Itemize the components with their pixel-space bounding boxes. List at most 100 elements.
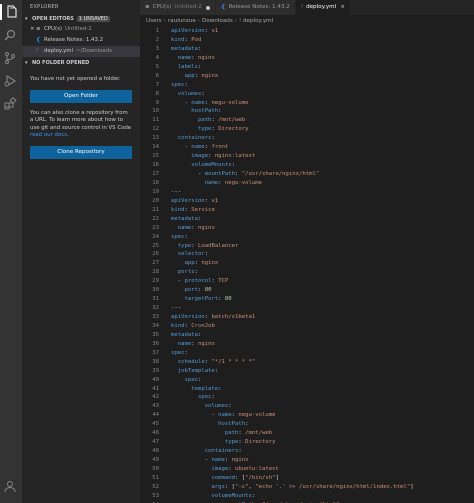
code-line: 33 apiVersion: batch/v1beta1 bbox=[140, 313, 474, 322]
tab-bar: ≡ CPU(s) Untitled-2 ❮ Release Notes: 1.43.2… bbox=[140, 0, 474, 15]
no-folder-header[interactable]: ▾ NO FOLDER OPENED bbox=[22, 58, 140, 68]
line-number: 5 bbox=[155, 63, 159, 70]
explorer-icon[interactable] bbox=[0, 4, 20, 20]
vscode-icon: ❮ bbox=[36, 37, 41, 43]
file-icon: ≡ bbox=[145, 4, 150, 10]
line-number: 21 bbox=[152, 206, 159, 213]
line-number: 4 bbox=[155, 54, 159, 61]
line-number: 24 bbox=[152, 233, 159, 240]
code-line: 20 apiVersion: v1 bbox=[140, 197, 474, 206]
extensions-icon[interactable] bbox=[3, 96, 19, 112]
breadcrumb-item[interactable]: deploy.yml bbox=[243, 18, 273, 24]
open-editor-item-deploy[interactable]: ! deploy.yml ~/Downloads bbox=[22, 46, 140, 57]
breadcrumb-item[interactable]: raulunzue bbox=[168, 18, 196, 24]
code-line: 41 template: bbox=[140, 385, 474, 394]
line-number: 50 bbox=[152, 465, 159, 472]
code-editor[interactable]: 1 apiVersion: v1 2 kind: Pod 3 metadata: 4 nam… bbox=[140, 27, 474, 503]
code-line: 30 port: 80 bbox=[140, 286, 474, 295]
line-number: 23 bbox=[152, 224, 159, 231]
docs-link[interactable]: read our docs bbox=[30, 132, 67, 138]
code-line: 26 selector: bbox=[140, 250, 474, 259]
tab-deploy[interactable]: ! deploy.yml × bbox=[295, 0, 351, 15]
open-editor-item-release-notes[interactable]: ❮ Release Notes: 1.43.2 bbox=[22, 35, 140, 46]
line-number: 35 bbox=[152, 331, 159, 338]
no-folder-label: NO FOLDER OPENED bbox=[32, 60, 90, 66]
line-number: 7 bbox=[155, 81, 159, 88]
line-number: 13 bbox=[152, 135, 159, 142]
debug-icon[interactable] bbox=[3, 73, 19, 89]
clone-message: You can also clone a repository from a U… bbox=[30, 109, 132, 139]
clone-repository-button[interactable]: Clone Repository bbox=[30, 145, 132, 159]
line-number: 19 bbox=[152, 188, 159, 195]
open-editor-desc: Untitled-2 bbox=[64, 26, 92, 32]
chevron-down-icon: ▾ bbox=[25, 16, 28, 22]
line-number: 41 bbox=[152, 385, 159, 392]
line-number: 43 bbox=[152, 403, 159, 410]
line-number: 33 bbox=[152, 314, 159, 320]
line-number: 29 bbox=[152, 278, 159, 285]
code-line: 25 type: LoadBalancer bbox=[140, 242, 474, 251]
line-number: 39 bbox=[152, 367, 159, 374]
tab-cpu[interactable]: ≡ CPU(s) Untitled-2 bbox=[140, 0, 216, 15]
line-number: 17 bbox=[152, 171, 159, 177]
source-control-icon[interactable] bbox=[3, 50, 19, 66]
code-line: 14 - name: front bbox=[140, 143, 474, 152]
line-number: 14 bbox=[152, 144, 159, 151]
code-line: 15 image: nginx:latest bbox=[140, 152, 474, 161]
code-line: 22 metadata: bbox=[140, 215, 474, 224]
code-line: 11 path: /mnt/web bbox=[140, 116, 474, 125]
line-number: 52 bbox=[152, 483, 159, 490]
explorer-sidebar: EXPLORER ▾ OPEN EDITORS 1 UNSAVED ×≡ CPU(s)… bbox=[22, 0, 140, 503]
line-number: 26 bbox=[152, 251, 159, 258]
code-line: 24 spec: bbox=[140, 233, 474, 242]
open-editor-item-cpu[interactable]: ×≡ CPU(s) Untitled-2 bbox=[22, 24, 140, 35]
line-number: 9 bbox=[155, 99, 159, 106]
open-editor-desc: ~/Downloads bbox=[76, 48, 112, 54]
code-line: 3 metadata: bbox=[140, 45, 474, 54]
code-line: 34 kind: CronJob bbox=[140, 322, 474, 331]
code-line: 10 hostPath: bbox=[140, 107, 474, 116]
line-number: 48 bbox=[152, 448, 159, 455]
code-line: 19 --- bbox=[140, 188, 474, 197]
code-line: 35 metadata: bbox=[140, 331, 474, 340]
code-line: 31 targetPort: 80 bbox=[140, 295, 474, 304]
line-number: 47 bbox=[152, 439, 159, 446]
code-line: 7 spec: bbox=[140, 81, 474, 90]
open-editors-header[interactable]: ▾ OPEN EDITORS 1 UNSAVED bbox=[22, 14, 140, 24]
breadcrumb: Users › raulunzue › Downloads ›! deploy.yml bbox=[146, 18, 274, 24]
line-number: 11 bbox=[152, 117, 159, 124]
code-line: 28 ports: bbox=[140, 268, 474, 277]
line-number: 27 bbox=[152, 260, 159, 267]
line-number: 16 bbox=[152, 162, 159, 169]
line-number: 3 bbox=[155, 45, 159, 52]
line-number: 6 bbox=[155, 72, 159, 79]
code-line: 5 labels: bbox=[140, 63, 474, 72]
breadcrumb-item[interactable]: Users bbox=[146, 18, 162, 24]
code-line: 50 image: ubuntu:latest bbox=[140, 465, 474, 474]
open-editor-name: Release Notes: 1.43.2 bbox=[44, 37, 104, 43]
code-line: 53 volumeMounts: bbox=[140, 492, 474, 501]
tab-desc: Untitled-2 bbox=[174, 4, 202, 10]
line-number: 8 bbox=[155, 90, 159, 97]
code-line: 27 app: nginx bbox=[140, 259, 474, 268]
account-icon[interactable] bbox=[3, 478, 19, 494]
code-line: 49 - name: nginx bbox=[140, 456, 474, 465]
close-icon[interactable]: × bbox=[340, 0, 345, 15]
search-icon[interactable] bbox=[3, 27, 19, 43]
code-line: 17 - mountPath: "/usr/share/nginx/html" bbox=[140, 170, 474, 179]
breadcrumb-item[interactable]: Downloads bbox=[202, 18, 233, 24]
chevron-down-icon: ▾ bbox=[25, 60, 28, 66]
vscode-icon: ❮ bbox=[220, 4, 226, 10]
code-line: 42 spec: bbox=[140, 393, 474, 402]
unsaved-dot-icon[interactable] bbox=[205, 5, 210, 10]
line-number: 20 bbox=[152, 197, 159, 204]
tab-release-notes[interactable]: ❮ Release Notes: 1.43.2 bbox=[215, 0, 296, 15]
line-number: 42 bbox=[152, 394, 159, 401]
code-line: 18 name: negu-volume bbox=[140, 179, 474, 188]
line-number: 18 bbox=[152, 179, 159, 186]
open-folder-button[interactable]: Open Folder bbox=[30, 89, 132, 103]
open-editor-name: deploy.yml bbox=[44, 48, 74, 54]
code-line: 2 kind: Pod bbox=[140, 36, 474, 45]
line-number: 32 bbox=[152, 305, 159, 312]
code-line: 48 containers: bbox=[140, 447, 474, 456]
